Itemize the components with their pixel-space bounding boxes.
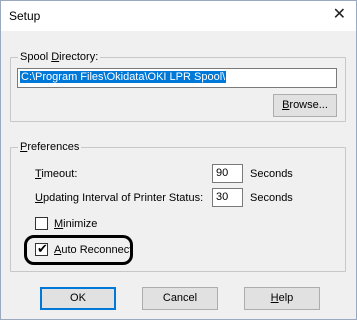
close-icon[interactable]: ✕ [333,6,346,24]
check-icon: ✔ [37,241,48,256]
update-interval-input[interactable]: 30 [212,188,243,207]
help-button[interactable]: Help [244,287,320,310]
spool-directory-input[interactable]: C:\Program Files\Okidata\OKI LPR Spool\ [17,68,337,88]
timeout-unit: Seconds [250,168,293,180]
cancel-button[interactable]: Cancel [142,287,218,310]
timeout-label: Timeout: [35,168,78,180]
auto-reconnect-label[interactable]: Auto Reconnect [54,243,132,257]
update-interval-label: Updating Interval of Printer Status: [35,192,204,204]
ok-button[interactable]: OK [40,287,116,310]
preferences-label: Preferences [18,141,82,153]
timeout-input[interactable]: 90 [212,164,243,183]
minimize-label[interactable]: Minimize [54,217,97,231]
title-bar: Setup ✕ [1,1,356,31]
update-interval-unit: Seconds [250,192,293,204]
minimize-checkbox[interactable] [35,217,48,230]
auto-reconnect-checkbox[interactable]: ✔ [35,241,48,256]
browse-button[interactable]: Browse... [273,94,337,117]
setup-dialog: Setup ✕ Spool Directory: C:\Program File… [0,0,357,320]
spool-directory-label: Spool Directory: [18,51,101,63]
spool-directory-value: C:\Program Files\Okidata\OKI LPR Spool\ [20,71,227,83]
window-title: Setup [9,9,41,23]
